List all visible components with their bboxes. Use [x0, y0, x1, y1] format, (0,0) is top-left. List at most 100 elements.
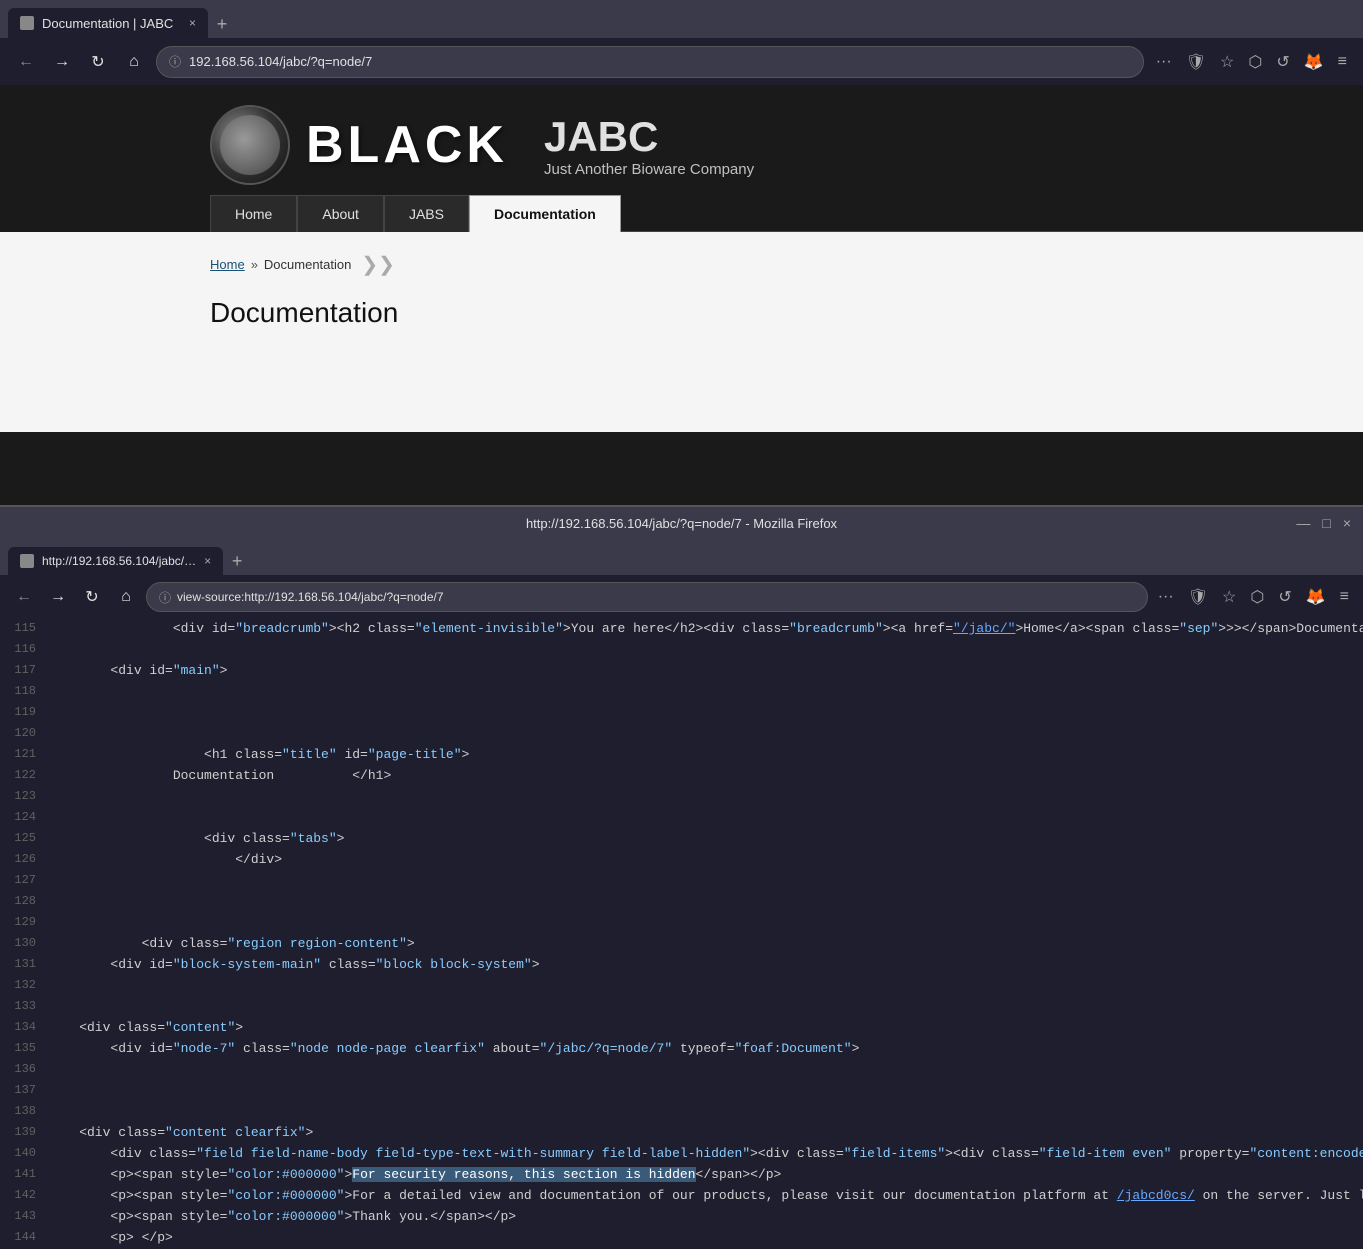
tab-close-button[interactable]: ×: [189, 16, 196, 30]
line-number: 129: [0, 913, 48, 934]
source-line: 116: [0, 640, 1363, 661]
second-back-button[interactable]: ←: [10, 583, 38, 611]
address-bar[interactable]: ⓘ 192.168.56.104/jabc/?q=node/7: [156, 46, 1144, 78]
source-line: 125 <div class="tabs">: [0, 829, 1363, 850]
back-button[interactable]: ←: [12, 48, 40, 76]
page-title: Documentation: [210, 297, 1323, 329]
nav-bar: Home About JABS Documentation: [210, 195, 1363, 232]
reload-button[interactable]: ↻: [84, 48, 112, 76]
second-tab-favicon: [20, 554, 34, 568]
line-content: Documentation </h1>: [48, 766, 1363, 787]
second-new-tab-button[interactable]: +: [223, 547, 251, 575]
breadcrumb-separator: »: [251, 257, 258, 272]
line-content: <div class="field field-name-body field-…: [48, 1144, 1363, 1165]
line-content: [48, 787, 1363, 808]
line-content: <div class="content clearfix">: [48, 1123, 1363, 1144]
source-line: 136: [0, 1060, 1363, 1081]
maximize-button[interactable]: □: [1322, 515, 1330, 531]
line-number: 136: [0, 1060, 48, 1081]
browser-window-second: http://192.168.56.104/jabc/?q=node/7 - M…: [0, 505, 1363, 1249]
firefox-icon: 🦊: [1300, 48, 1328, 76]
home-button[interactable]: ⌂: [120, 48, 148, 76]
second-lock-icon: ⓘ: [159, 589, 171, 606]
close-button[interactable]: ×: [1343, 515, 1351, 531]
source-line: 130 <div class="region region-content">: [0, 934, 1363, 955]
line-number: 116: [0, 640, 48, 661]
line-number: 119: [0, 703, 48, 724]
line-content: </div>: [48, 850, 1363, 871]
line-number: 141: [0, 1165, 48, 1186]
hamburger-menu-icon[interactable]: ≡: [1334, 49, 1351, 75]
source-line: 131 <div id="block-system-main" class="b…: [0, 955, 1363, 976]
breadcrumb-home-link[interactable]: Home: [210, 257, 245, 272]
second-sync-icon[interactable]: ↺: [1274, 583, 1295, 611]
line-content: [48, 640, 1363, 661]
second-toolbar-icons: ··· 🛡 ☆ ⬡ ↺ 🦊 ≡: [1154, 583, 1353, 611]
source-line: 118: [0, 682, 1363, 703]
second-active-tab[interactable]: http://192.168.56.104/jabc/… ×: [8, 547, 223, 575]
source-line: 143 <p><span style="color:#000000">Thank…: [0, 1207, 1363, 1228]
source-line: 141 <p><span style="color:#000000">For s…: [0, 1165, 1363, 1186]
line-content: <div id="node-7" class="node node-page c…: [48, 1039, 1363, 1060]
second-address-bar[interactable]: ⓘ view-source:http://192.168.56.104/jabc…: [146, 582, 1148, 612]
line-content: [48, 997, 1363, 1018]
line-content: [48, 913, 1363, 934]
extensions-icon: ⬡: [1244, 48, 1266, 76]
more-button[interactable]: ···: [1152, 49, 1176, 75]
source-line: 144 <p> </p>: [0, 1228, 1363, 1249]
forward-button[interactable]: →: [48, 48, 76, 76]
line-number: 127: [0, 871, 48, 892]
second-tab-title: http://192.168.56.104/jabc/…: [42, 554, 196, 568]
second-titlebar: http://192.168.56.104/jabc/?q=node/7 - M…: [0, 507, 1363, 539]
source-line: 121 <h1 class="title" id="page-title">: [0, 745, 1363, 766]
second-extensions-icon: ⬡: [1246, 583, 1268, 611]
source-line: 119: [0, 703, 1363, 724]
new-tab-button[interactable]: +: [208, 10, 236, 38]
site-header: BLACK JABC Just Another Bioware Company: [0, 85, 1363, 185]
line-number: 122: [0, 766, 48, 787]
second-hamburger-icon[interactable]: ≡: [1336, 584, 1353, 610]
source-line: 138: [0, 1102, 1363, 1123]
second-bookmark-icon[interactable]: ☆: [1218, 583, 1240, 611]
second-shield-icon[interactable]: 🛡: [1184, 583, 1212, 611]
line-content: [48, 1102, 1363, 1123]
nav-item-about[interactable]: About: [297, 195, 384, 232]
second-address-row: ← → ↻ ⌂ ⓘ view-source:http://192.168.56.…: [0, 575, 1363, 619]
source-line: 127: [0, 871, 1363, 892]
logo-area: BLACK JABC Just Another Bioware Company: [210, 105, 754, 185]
source-link[interactable]: "/jabc/": [953, 621, 1015, 636]
active-tab[interactable]: Documentation | JABC ×: [8, 8, 208, 38]
tab-bar: Documentation | JABC × +: [0, 0, 1363, 38]
second-tab-close[interactable]: ×: [204, 554, 211, 568]
browser-window-top: Documentation | JABC × + ← → ↻ ⌂ ⓘ 192.1…: [0, 0, 1363, 85]
address-bar-row: ← → ↻ ⌂ ⓘ 192.168.56.104/jabc/?q=node/7 …: [0, 38, 1363, 85]
source-line: 128: [0, 892, 1363, 913]
source-code-view[interactable]: 115 <div id="breadcrumb"><h2 class="elem…: [0, 619, 1363, 1249]
source-link[interactable]: /jabcd0cs/: [1117, 1188, 1195, 1203]
shield-icon[interactable]: 🛡: [1182, 48, 1210, 76]
bookmark-star-icon[interactable]: ☆: [1216, 48, 1238, 76]
line-number: 117: [0, 661, 48, 682]
tab-title: Documentation | JABC: [42, 16, 173, 31]
second-forward-button[interactable]: →: [44, 583, 72, 611]
sync-icon[interactable]: ↺: [1272, 48, 1293, 76]
line-number: 144: [0, 1228, 48, 1249]
page-content: Home » Documentation ❯❯ Documentation: [0, 232, 1363, 432]
second-more-button[interactable]: ···: [1154, 584, 1178, 610]
minimize-button[interactable]: —: [1296, 515, 1310, 531]
second-reload-button[interactable]: ↻: [78, 583, 106, 611]
source-line: 142 <p><span style="color:#000000">For a…: [0, 1186, 1363, 1207]
second-address-text: view-source:http://192.168.56.104/jabc/?…: [177, 590, 444, 604]
line-number: 135: [0, 1039, 48, 1060]
source-line: 122 Documentation </h1>: [0, 766, 1363, 787]
nav-item-home[interactable]: Home: [210, 195, 297, 232]
line-content: <div id="breadcrumb"><h2 class="element-…: [48, 619, 1363, 640]
nav-item-documentation[interactable]: Documentation: [469, 195, 621, 232]
nav-item-jabs[interactable]: JABS: [384, 195, 469, 232]
logo-inner: [220, 115, 280, 175]
second-home-button[interactable]: ⌂: [112, 583, 140, 611]
line-content: <div id="block-system-main" class="block…: [48, 955, 1363, 976]
line-number: 126: [0, 850, 48, 871]
second-firefox-icon: 🦊: [1302, 583, 1330, 611]
source-line: 124: [0, 808, 1363, 829]
